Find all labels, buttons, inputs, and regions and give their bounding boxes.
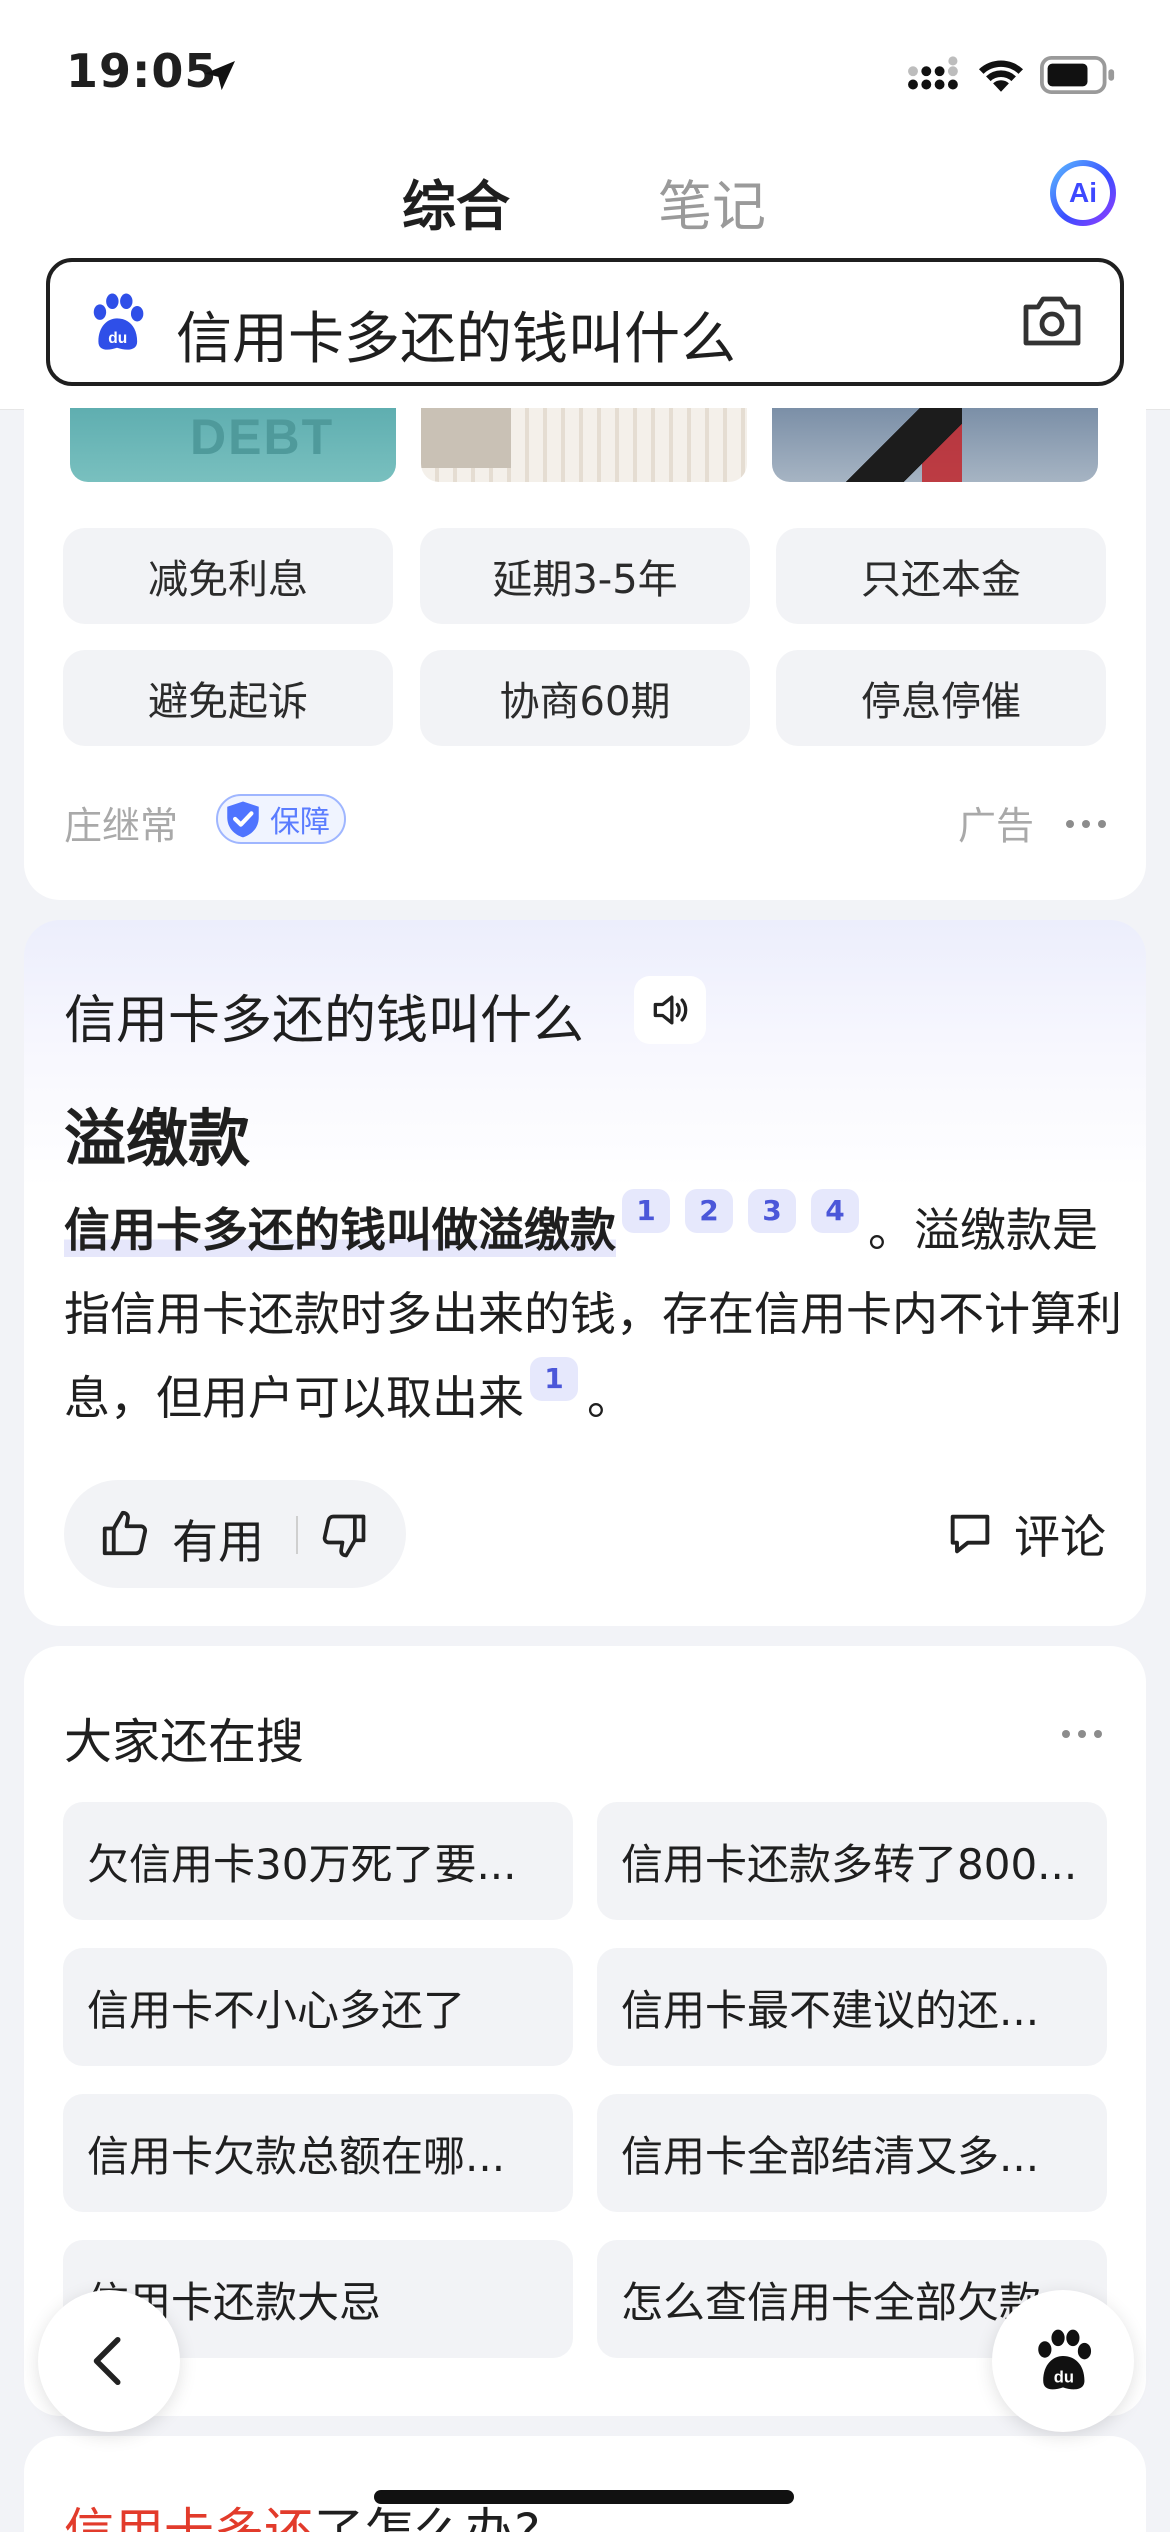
more-options-icon[interactable] — [1062, 1730, 1102, 1742]
speaker-button[interactable] — [634, 976, 706, 1044]
ad-image-chains[interactable] — [772, 408, 1098, 482]
back-button[interactable] — [38, 2290, 180, 2432]
related-searches-card: 大家还在搜 欠信用卡30万死了要... 信用卡还款多转了800... 信用卡不小… — [24, 1646, 1146, 2416]
related-search-item[interactable]: 信用卡最不建议的还... — [597, 1948, 1107, 2066]
answer-title: 溢缴款 — [64, 1088, 251, 1178]
ad-chip[interactable]: 协商60期 — [420, 650, 750, 746]
citation-badge[interactable]: 1 — [622, 1189, 670, 1233]
guarantee-badge-label: 保障 — [270, 805, 330, 840]
ad-chip[interactable]: 减免利息 — [63, 528, 393, 624]
ad-image-debt[interactable]: DEBT — [70, 408, 396, 482]
next-result-card[interactable]: 信用卡多还了怎么办? — [24, 2436, 1146, 2532]
related-search-item[interactable]: 信用卡不小心多还了 — [63, 1948, 573, 2066]
ai-label: Ai — [1056, 166, 1110, 220]
search-bar-container: du 信用卡多还的钱叫什么 — [0, 250, 1170, 410]
related-search-item[interactable]: 信用卡还款多转了800... — [597, 1802, 1107, 1920]
useful-label[interactable]: 有用 — [172, 1506, 264, 1572]
search-input[interactable]: du 信用卡多还的钱叫什么 — [46, 258, 1124, 386]
location-arrow-icon — [205, 61, 235, 91]
status-bar: 19:05 — [0, 0, 1170, 140]
cellular-signal-icon — [908, 56, 958, 90]
related-search-item[interactable]: 欠信用卡30万死了要... — [63, 1802, 573, 1920]
comment-label: 评论 — [1014, 1510, 1106, 1564]
related-search-item[interactable]: 信用卡欠款总额在哪... — [63, 2094, 573, 2212]
feedback-divider — [296, 1516, 298, 1554]
battery-icon — [1040, 56, 1115, 94]
tab-comprehensive[interactable]: 综合 — [402, 162, 510, 241]
ad-label: 广告 — [957, 804, 1034, 848]
answer-body: 信用卡多还的钱叫做溢缴款 1 2 3 4 。溢缴款是指信用卡还款时多出来的钱，存在信用卡内… — [64, 1188, 1124, 1440]
related-search-item[interactable]: 信用卡全部结清又多... — [597, 2094, 1107, 2212]
wifi-icon — [978, 60, 1024, 92]
next-result-title-highlight: 信用卡多还 — [64, 2503, 314, 2532]
thumbs-down-icon[interactable] — [318, 1510, 370, 1562]
speaker-icon — [653, 995, 688, 1025]
related-searches-title: 大家还在搜 — [64, 1714, 305, 1770]
advertiser-name[interactable]: 庄继常 — [64, 795, 178, 850]
tab-notes[interactable]: 笔记 — [658, 162, 766, 241]
chevron-left-icon — [93, 2337, 121, 2385]
citation-badge[interactable]: 1 — [530, 1357, 578, 1401]
guarantee-badge[interactable]: 保障 — [216, 794, 346, 844]
thumbs-up-icon[interactable] — [98, 1506, 152, 1560]
baidu-paw-icon: du — [93, 293, 144, 350]
answer-text-end: 。 — [587, 1371, 633, 1425]
ad-card: DEBT 减免利息 延期3-5年 只还本金 避免起诉 协商60期 停息停催 庄继… — [24, 400, 1146, 900]
citation-badge[interactable]: 4 — [811, 1189, 859, 1233]
comment-icon — [950, 1514, 990, 1554]
search-query-text: 信用卡多还的钱叫什么 — [176, 307, 736, 372]
svg-text:du: du — [1054, 2368, 1074, 2386]
citation-badge[interactable]: 2 — [685, 1189, 733, 1233]
ad-chip[interactable]: 停息停催 — [776, 650, 1106, 746]
more-options-icon[interactable] — [1066, 820, 1106, 832]
ai-assistant-button[interactable]: Ai — [1050, 160, 1116, 226]
baidu-paw-icon: du — [1038, 2329, 1092, 2390]
ad-chip[interactable]: 只还本金 — [776, 528, 1106, 624]
ad-image-text: DEBT — [190, 409, 335, 465]
answer-card: 信用卡多还的钱叫什么 溢缴款 信用卡多还的钱叫做溢缴款 1 2 3 4 。溢缴款是指信用卡… — [24, 920, 1146, 1626]
citation-badge[interactable]: 3 — [748, 1189, 796, 1233]
home-indicator — [374, 2490, 794, 2504]
top-tabs: 综合 笔记 Ai — [0, 140, 1170, 258]
ad-image-calculator[interactable] — [421, 408, 747, 482]
camera-icon[interactable] — [1020, 292, 1084, 350]
svg-text:du: du — [108, 330, 127, 347]
answer-lead: 信用卡多还的钱叫做溢缴款 — [64, 1203, 616, 1257]
baidu-home-button[interactable]: du — [992, 2290, 1134, 2432]
ad-chip[interactable]: 延期3-5年 — [420, 528, 750, 624]
next-result-title-rest: 了怎么办? — [314, 2503, 541, 2532]
comment-button[interactable]: 评论 — [944, 1502, 1106, 1566]
answer-question: 信用卡多还的钱叫什么 — [64, 991, 585, 1051]
status-time: 19:05 — [66, 44, 218, 98]
ad-chip[interactable]: 避免起诉 — [63, 650, 393, 746]
feedback-pill: 有用 — [64, 1480, 406, 1588]
shield-check-icon — [227, 801, 259, 838]
